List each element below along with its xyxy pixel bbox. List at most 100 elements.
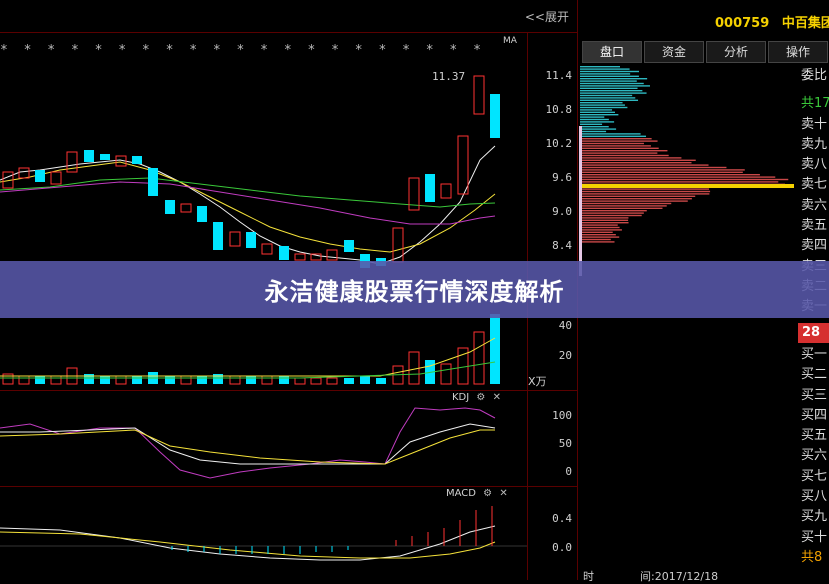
chip-bar	[580, 224, 618, 226]
chip-bar	[580, 193, 710, 195]
chip-bar	[580, 87, 638, 89]
chip-bar	[580, 68, 630, 70]
macd-tick: 0.0	[552, 541, 572, 554]
chip-bar	[580, 226, 620, 229]
chip-bar	[580, 92, 647, 94]
chip-bar	[580, 90, 643, 92]
volume-unit: X万	[528, 375, 547, 388]
chip-range-marker	[579, 126, 582, 276]
order-item: 共17	[801, 96, 829, 112]
chip-bar	[580, 142, 644, 145]
order-item[interactable]: 买四	[801, 406, 829, 426]
chip-bar	[580, 94, 633, 97]
order-item[interactable]: 卖七	[801, 175, 829, 195]
order-item[interactable]: 卖六	[801, 196, 829, 216]
chip-bar	[580, 219, 629, 221]
chip-bar	[580, 80, 637, 82]
chip-bar	[580, 135, 647, 137]
close-icon[interactable]: ✕	[493, 392, 501, 403]
panel-tabs: 盘口 资金 分析 操作	[582, 41, 829, 63]
chip-bar	[580, 190, 711, 193]
chip-bar	[580, 241, 615, 243]
order-item: 共8	[801, 549, 823, 565]
order-item[interactable]: 买十	[801, 528, 829, 548]
chip-bar	[580, 138, 652, 140]
chip-bar	[580, 130, 607, 133]
order-item[interactable]: 卖九	[801, 135, 829, 155]
chip-bar	[580, 157, 682, 159]
chip-bar	[580, 198, 692, 200]
order-item[interactable]: 买二	[801, 365, 829, 385]
chip-bar	[580, 114, 619, 116]
order-item[interactable]: 买三	[801, 386, 829, 406]
ma-line-green	[0, 177, 496, 208]
order-item[interactable]: 买五	[801, 426, 829, 446]
order-item[interactable]: 卖五	[801, 216, 829, 236]
chip-bar	[580, 222, 629, 224]
chip-bar	[580, 154, 669, 157]
expand-button[interactable]: <<展开	[525, 8, 569, 25]
price-tick: 9.6	[552, 171, 572, 184]
price-tick: 10.2	[545, 137, 573, 150]
chip-bar	[580, 188, 710, 190]
chip-bar	[580, 212, 644, 214]
ma-line-magenta	[0, 181, 496, 225]
chip-bar	[580, 123, 603, 125]
macd-header: MACD ⚙ ✕	[446, 488, 508, 499]
close-icon[interactable]: ✕	[499, 488, 507, 499]
chip-bar	[580, 181, 779, 183]
chip-bar	[580, 200, 688, 202]
chip-bar	[580, 238, 611, 241]
chip-bar	[580, 126, 609, 128]
order-item[interactable]: 买七	[801, 467, 829, 487]
price-tick: 11.4	[545, 69, 573, 82]
order-item[interactable]: 买一	[801, 345, 829, 365]
order-item[interactable]: 买八	[801, 487, 829, 507]
order-item[interactable]: 卖八	[801, 155, 829, 175]
chip-bar	[580, 169, 745, 171]
chip-bar	[580, 176, 776, 178]
chip-bar	[580, 70, 640, 73]
chip-bar	[580, 75, 639, 77]
chip-bar	[580, 205, 667, 207]
chip-bar	[580, 207, 663, 209]
chip-bar	[580, 85, 650, 87]
chip-bar	[580, 231, 613, 233]
stock-code: 000759	[715, 16, 770, 31]
volume-ma-line	[0, 337, 496, 377]
chip-bar	[580, 171, 743, 173]
macd-tick: 0.4	[552, 512, 572, 525]
gear-icon[interactable]: ⚙	[476, 392, 485, 403]
banner-title: 永洁健康股票行情深度解析	[264, 278, 565, 306]
tab-funds[interactable]: 资金	[644, 41, 704, 63]
chip-bar	[580, 174, 760, 176]
date-label: 间:2017/12/18	[640, 570, 719, 583]
tab-operation[interactable]: 操作	[768, 41, 828, 63]
kdj-chart	[0, 407, 496, 479]
order-item[interactable]: 买九	[801, 507, 829, 527]
chip-bar	[580, 140, 658, 142]
chip-bar	[580, 109, 613, 111]
order-item[interactable]: 买六	[801, 446, 829, 466]
chip-bar	[580, 111, 615, 113]
tab-analysis[interactable]: 分析	[706, 41, 766, 63]
chip-bar	[580, 214, 642, 217]
chip-bar	[580, 66, 620, 68]
chip-bar	[580, 133, 641, 135]
chip-bar	[580, 102, 623, 104]
title-banner: 永洁健康股票行情深度解析	[0, 261, 829, 318]
order-item[interactable]: 卖十	[801, 115, 829, 135]
chip-bar	[580, 73, 631, 75]
price-tick: 8.4	[552, 239, 572, 252]
order-item[interactable]: 卖四	[801, 236, 829, 256]
kdj-tick: 50	[558, 437, 572, 450]
chip-bar	[580, 229, 622, 231]
candle-group	[2, 75, 500, 268]
gear-icon[interactable]: ⚙	[483, 488, 492, 499]
chip-bar	[580, 164, 709, 166]
bid-book: 买一 买二 买三 买四 买五 买六 买七 买八 买九 买十 共8	[801, 345, 829, 568]
tab-panko[interactable]: 盘口	[582, 41, 642, 63]
chip-bar	[580, 195, 696, 197]
chip-bar	[580, 97, 636, 99]
volume-tick: 40	[558, 319, 572, 332]
